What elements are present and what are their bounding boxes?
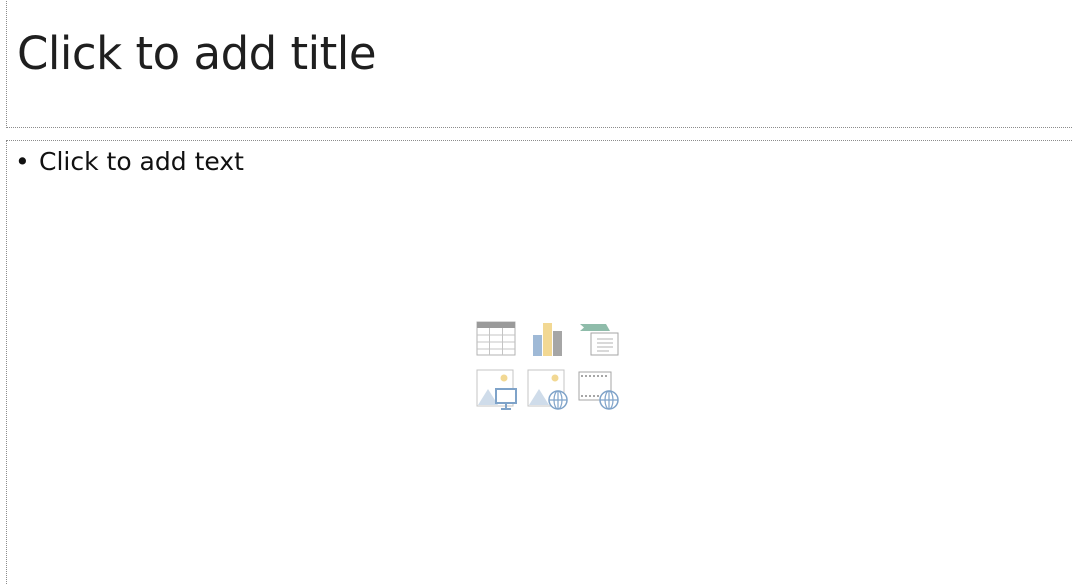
insert-table-icon[interactable] [476,321,516,361]
title-placeholder[interactable]: Click to add title [6,0,1073,128]
body-bullet-line[interactable]: • Click to add text [15,147,244,176]
title-placeholder-text[interactable]: Click to add title [17,27,377,80]
insert-smartart-icon[interactable] [578,321,619,361]
insert-content-icons [476,321,619,413]
bullet-glyph: • [15,147,30,176]
insert-online-picture-icon[interactable] [527,369,568,410]
slide-canvas: Click to add title • Click to add text [0,0,1073,584]
insert-chart-icon[interactable] [527,321,567,361]
content-placeholder[interactable]: • Click to add text [6,140,1073,584]
insert-video-icon[interactable] [578,369,619,410]
insert-picture-icon[interactable] [476,369,517,410]
body-placeholder-text[interactable]: Click to add text [39,147,244,176]
